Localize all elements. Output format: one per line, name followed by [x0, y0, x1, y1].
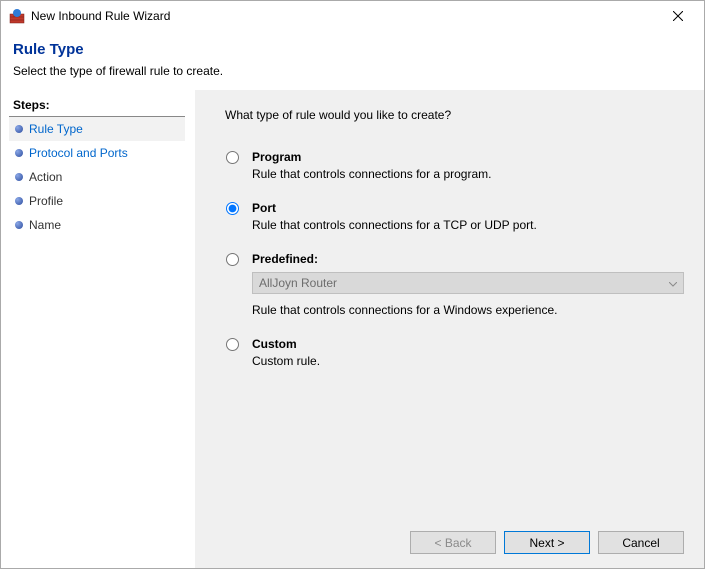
option-program-desc: Rule that controls connections for a pro…: [252, 167, 684, 181]
option-predefined-label: Predefined:: [252, 252, 684, 266]
window-title: New Inbound Rule Wizard: [31, 9, 170, 23]
close-icon: [673, 11, 683, 21]
option-port: Port Rule that controls connections for …: [221, 201, 684, 232]
rule-type-options: Program Rule that controls connections f…: [215, 150, 684, 388]
titlebar: New Inbound Rule Wizard: [1, 1, 704, 31]
option-program: Program Rule that controls connections f…: [221, 150, 684, 181]
page-subtitle: Select the type of firewall rule to crea…: [13, 64, 692, 78]
bullet-icon: [15, 197, 23, 205]
radio-predefined[interactable]: [226, 253, 239, 266]
step-label: Action: [29, 170, 62, 184]
step-label: Protocol and Ports: [29, 146, 128, 160]
wizard-header: Rule Type Select the type of firewall ru…: [1, 31, 704, 90]
bullet-icon: [15, 125, 23, 133]
bullet-icon: [15, 173, 23, 181]
option-port-desc: Rule that controls connections for a TCP…: [252, 218, 684, 232]
steps-header: Steps:: [9, 98, 185, 117]
radio-program[interactable]: [226, 151, 239, 164]
wizard-window: New Inbound Rule Wizard Rule Type Select…: [0, 0, 705, 569]
window-title-wrap: New Inbound Rule Wizard: [9, 8, 658, 24]
radio-port[interactable]: [226, 202, 239, 215]
option-predefined-desc: Rule that controls connections for a Win…: [252, 303, 684, 317]
step-label: Name: [29, 218, 61, 232]
page-title: Rule Type: [13, 41, 692, 58]
wizard-footer: < Back Next > Cancel: [215, 519, 684, 568]
step-profile[interactable]: Profile: [9, 189, 185, 213]
option-custom-desc: Custom rule.: [252, 354, 684, 368]
firewall-app-icon: [9, 8, 25, 24]
prompt-text: What type of rule would you like to crea…: [215, 108, 684, 122]
option-custom: Custom Custom rule.: [221, 337, 684, 368]
chevron-down-icon: [669, 276, 677, 290]
step-label: Profile: [29, 194, 63, 208]
steps-sidebar: Steps: Rule Type Protocol and Ports Acti…: [1, 90, 195, 568]
option-custom-label: Custom: [252, 337, 684, 351]
option-port-label: Port: [252, 201, 684, 215]
predefined-dropdown: AllJoyn Router: [252, 272, 684, 294]
option-program-label: Program: [252, 150, 684, 164]
main-panel: What type of rule would you like to crea…: [195, 90, 704, 568]
step-label: Rule Type: [29, 122, 83, 136]
cancel-button[interactable]: Cancel: [598, 531, 684, 554]
predefined-dropdown-value: AllJoyn Router: [259, 276, 337, 290]
wizard-body: Steps: Rule Type Protocol and Ports Acti…: [1, 90, 704, 568]
next-button[interactable]: Next >: [504, 531, 590, 554]
option-predefined: Predefined: AllJoyn Router Rule that con…: [221, 252, 684, 317]
step-name[interactable]: Name: [9, 213, 185, 237]
step-protocol-and-ports[interactable]: Protocol and Ports: [9, 141, 185, 165]
step-action[interactable]: Action: [9, 165, 185, 189]
bullet-icon: [15, 149, 23, 157]
back-button: < Back: [410, 531, 496, 554]
bullet-icon: [15, 221, 23, 229]
radio-custom[interactable]: [226, 338, 239, 351]
close-button[interactable]: [658, 2, 698, 30]
step-rule-type[interactable]: Rule Type: [9, 117, 185, 141]
